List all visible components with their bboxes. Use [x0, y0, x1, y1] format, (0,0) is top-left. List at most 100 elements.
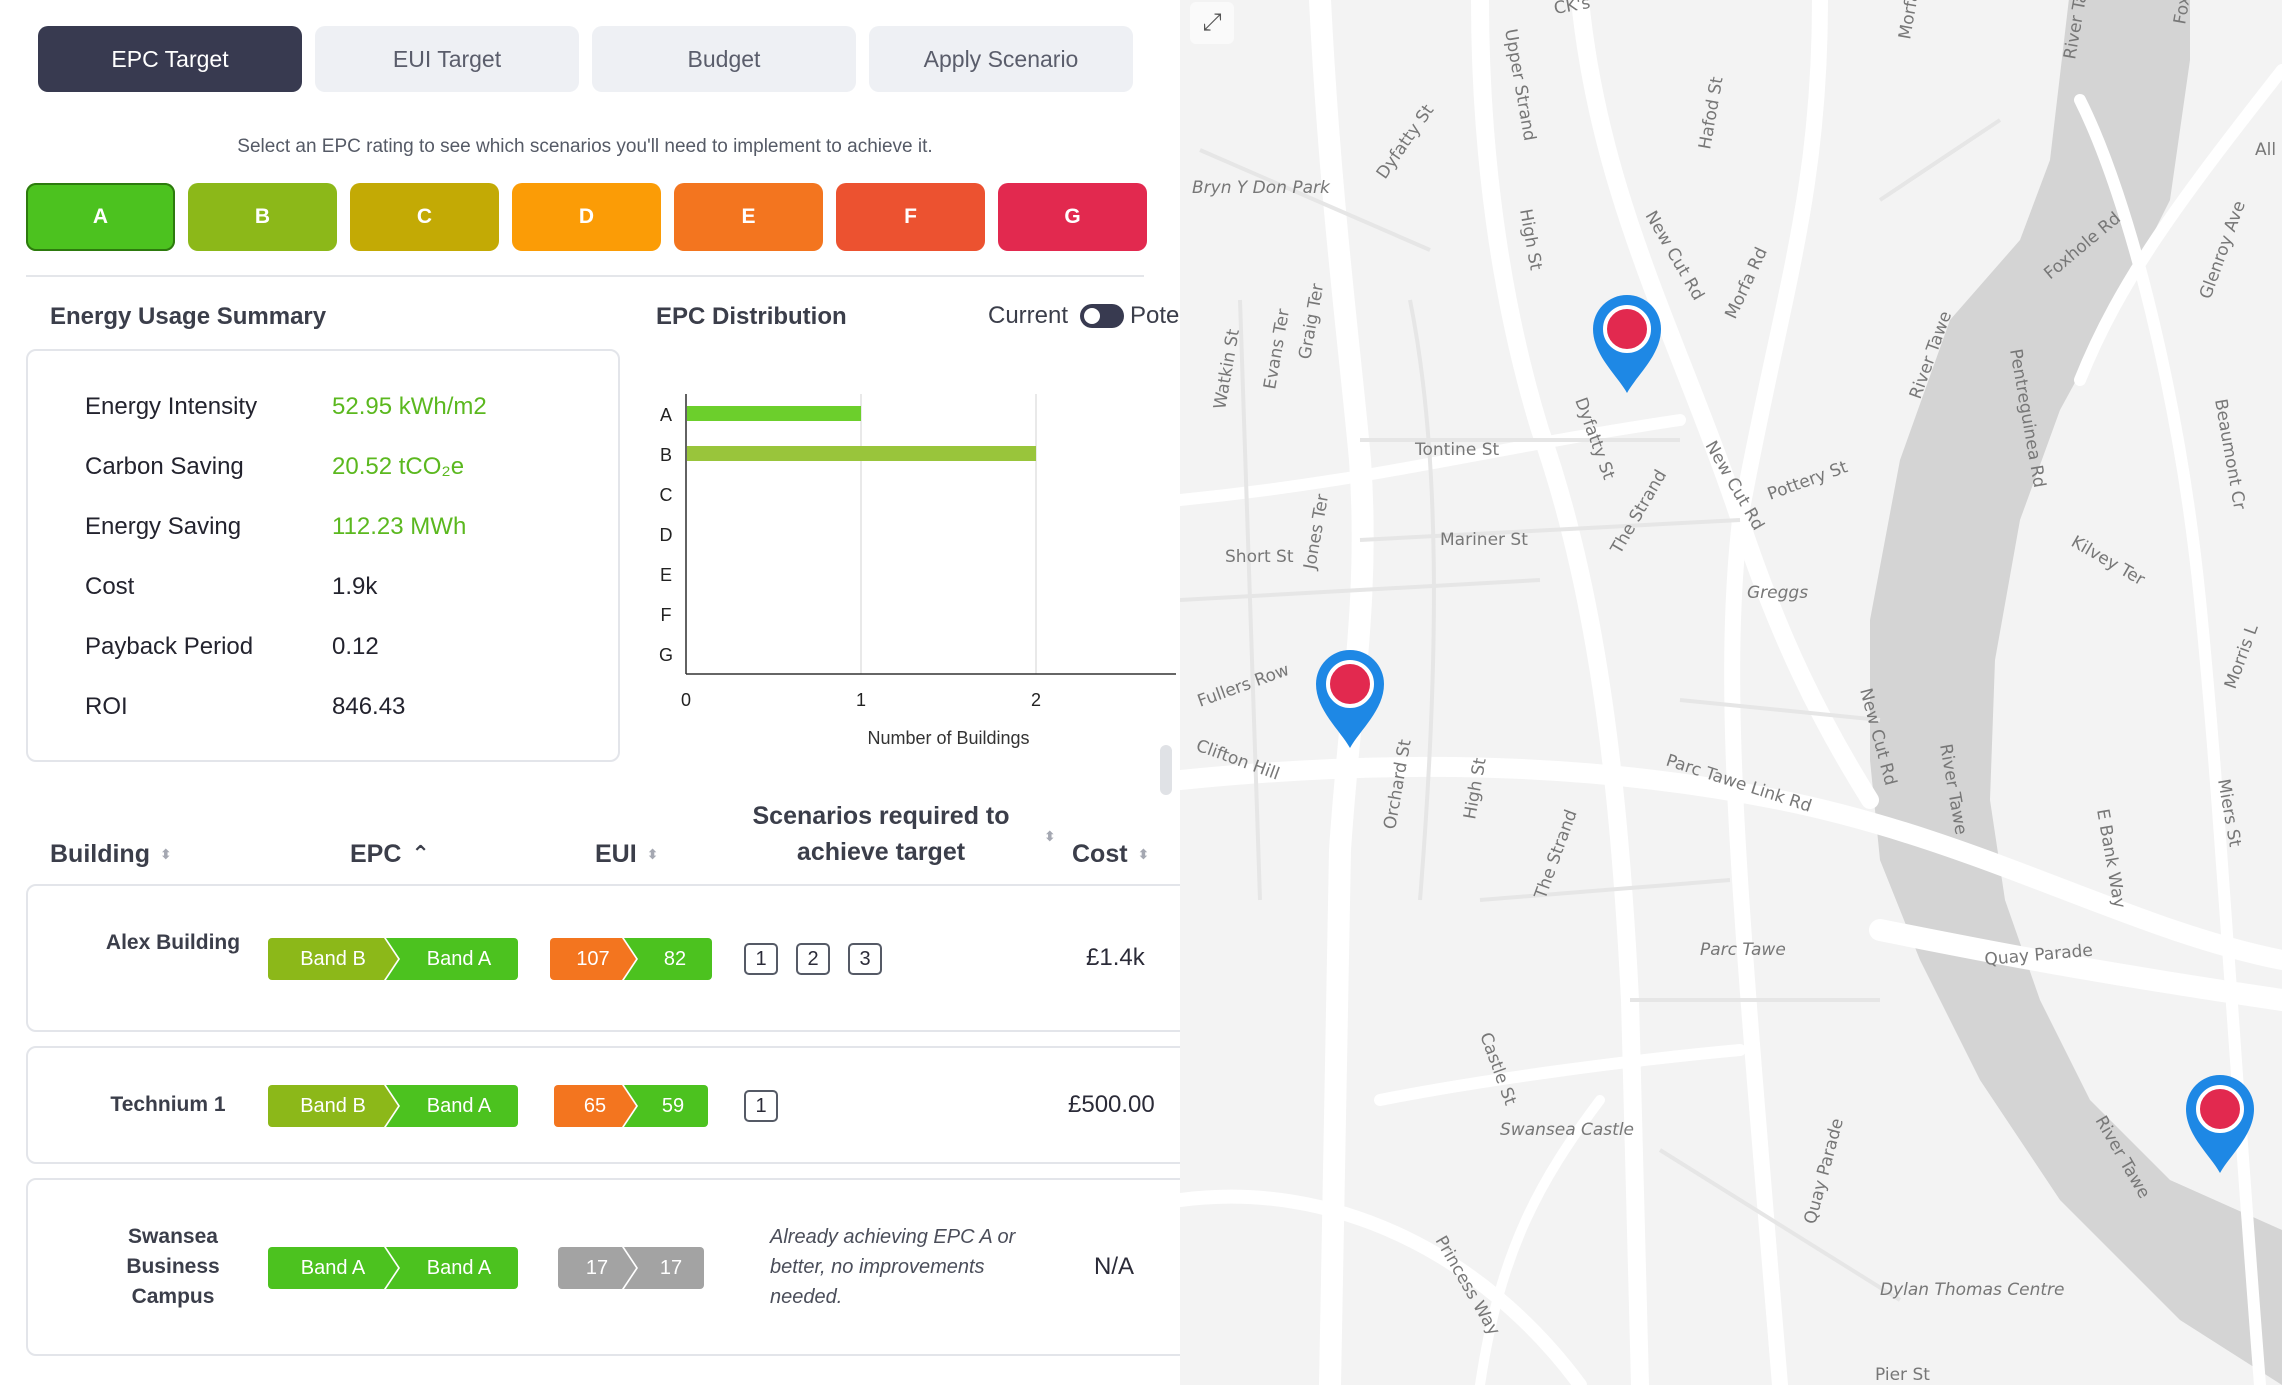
map-street-label: Graig Ter [1295, 282, 1328, 361]
map-street-label: Hafod St [1695, 75, 1727, 151]
epc-to-badge: Band A [386, 938, 518, 980]
map-street-label: Kilvey Ter [2068, 532, 2149, 590]
epc-band-change: Band B Band A [268, 938, 518, 980]
minor-road [1658, 1148, 1902, 1302]
map-street-label: Fullers Row [1195, 660, 1292, 712]
map-street-label: Orchard St [1380, 738, 1416, 831]
eui-to-badge: 17 [624, 1247, 704, 1289]
map-street-label: Parc Tawe [1700, 940, 1786, 960]
cost-value: £1.4k [1086, 944, 1145, 971]
scenario-badge[interactable]: 2 [796, 943, 830, 975]
epc-band-c-button[interactable]: C [350, 183, 499, 251]
divider [26, 275, 1144, 277]
map-view[interactable]: CK'sUpper StrandMorfaRiver TaweFoxhole R… [1180, 0, 2282, 1385]
summary-value: 0.12 [332, 633, 379, 660]
epc-band-a-button[interactable]: A [26, 183, 175, 251]
epc-band-e-button[interactable]: E [674, 183, 823, 251]
y-tick-label: D [660, 525, 673, 545]
column-header-epc[interactable]: EPC ⌃ [350, 836, 430, 872]
column-header-scenarios[interactable]: Scenarios required to achieve target [740, 798, 1022, 870]
map-pin-dot [2196, 1085, 2244, 1133]
y-tick-label: F [661, 605, 672, 625]
epc-from-badge: Band A [268, 1247, 398, 1289]
map-street-label: The Strand [1531, 807, 1582, 903]
map-street-label: Tontine St [1414, 440, 1499, 460]
expand-icon[interactable]: ⤢ [1190, 2, 1234, 44]
minor-road [1679, 698, 1881, 722]
summary-value: 1.9k [332, 573, 378, 600]
map-street-label: Swansea Castle [1500, 1120, 1634, 1140]
summary-row-roi: ROI 846.43 [85, 687, 605, 727]
eui-change: 65 59 [554, 1085, 708, 1127]
map-street-label: Glenroy Ave [2196, 198, 2250, 301]
tab-budget[interactable]: Budget [592, 26, 856, 92]
column-header-scenarios-sort[interactable]: ⬍ [1034, 824, 1056, 848]
epc-band-d-button[interactable]: D [512, 183, 661, 251]
map-street-label: Dylan Thomas Centre [1880, 1280, 2065, 1300]
scenario-list: 1 2 3 [744, 943, 882, 975]
table-row[interactable]: Swansea Business Campus Band A Band A 17… [26, 1178, 1180, 1356]
map-street-label: Watkin St [1210, 327, 1244, 411]
map-street-label: Castle St [1475, 1030, 1520, 1108]
epc-band-b-button[interactable]: B [188, 183, 337, 251]
map-street-label: Pottery St [1765, 457, 1851, 505]
map-street-label: Quay Parade [1801, 1116, 1848, 1226]
epc-band-change: Band A Band A [268, 1247, 518, 1289]
scenario-note: Already achieving EPC A or better, no im… [770, 1226, 1016, 1308]
map-street-label: High St [1515, 207, 1546, 272]
building-name: Swansea Business Campus [126, 1225, 220, 1308]
scenario-badge[interactable]: 1 [744, 1090, 778, 1122]
column-header-building[interactable]: Building ⬍ [50, 836, 172, 872]
table-row[interactable]: Technium 1 Band B Band A 65 59 1 £500.00 [26, 1046, 1180, 1164]
epc-from-badge: Band B [268, 1085, 398, 1127]
x-tick-label: 0 [681, 690, 691, 710]
sort-ascending-icon: ⌃ [411, 841, 430, 866]
y-tick-label: B [660, 445, 672, 465]
bar-b[interactable] [687, 446, 1036, 461]
scenario-badge[interactable]: 1 [744, 943, 778, 975]
building-name: Technium 1 [110, 1093, 226, 1116]
building-name: Alex Building [105, 931, 241, 954]
map-street-label: Jones Ter [1300, 493, 1333, 572]
epc-band-change: Band B Band A [268, 1085, 518, 1127]
tab-epc-target[interactable]: EPC Target [38, 26, 302, 92]
epc-band-selector: ABCDEFG [26, 183, 1147, 251]
column-header-eui[interactable]: EUI ⬍ [595, 836, 658, 872]
map-street-label: The Strand [1607, 467, 1672, 559]
river-tawe [1870, 0, 2282, 1385]
epc-band-g-button[interactable]: G [998, 183, 1147, 251]
column-header-cost[interactable]: Cost ⬍ [1072, 836, 1149, 872]
table-row[interactable]: Alex Building Band B Band A 107 82 1 2 3… [26, 884, 1180, 1032]
epc-band-f-button[interactable]: F [836, 183, 985, 251]
sort-icon: ⬍ [159, 845, 172, 862]
y-tick-label: E [660, 565, 672, 585]
tab-eui-target[interactable]: EUI Target [315, 26, 579, 92]
epc-hint-text: Select an EPC rating to see which scenar… [237, 136, 933, 157]
summary-row-energy-intensity: Energy Intensity 52.95 kWh/m2 [85, 387, 605, 427]
map-marker[interactable] [1316, 650, 1384, 748]
scenario-badge[interactable]: 3 [848, 943, 882, 975]
eui-change: 17 17 [558, 1247, 704, 1289]
scrollbar-thumb[interactable] [1160, 745, 1172, 795]
map-street-label: Morfa Rd [1721, 244, 1771, 322]
sort-icon: ⬍ [646, 845, 659, 862]
summary-label: Energy Saving [85, 513, 242, 540]
map-street-label: Pier St [1875, 1365, 1930, 1385]
map-canvas[interactable]: CK'sUpper StrandMorfaRiver TaweFoxhole R… [1180, 0, 2282, 1385]
current-potential-toggle: Current Pote [988, 302, 1179, 330]
y-tick-label: A [660, 405, 672, 425]
map-marker[interactable] [1593, 295, 1661, 393]
bar-a[interactable] [687, 406, 861, 421]
tab-apply-scenario[interactable]: Apply Scenario [869, 26, 1133, 92]
map-street-label: Dyfatty St [1373, 101, 1439, 183]
minor-road [1479, 878, 1731, 902]
y-tick-label: G [659, 645, 673, 665]
epc-from-badge: Band B [268, 938, 398, 980]
y-tick-label: C [660, 485, 673, 505]
minor-road [1238, 299, 1262, 901]
summary-value: 20.52 tCO₂e [332, 453, 465, 480]
energy-usage-summary-card: Energy Intensity 52.95 kWh/m2 Carbon Sav… [26, 349, 620, 762]
summary-label: Payback Period [85, 633, 254, 660]
toggle-switch[interactable] [1080, 304, 1125, 328]
summary-value: 52.95 kWh/m2 [332, 393, 487, 420]
